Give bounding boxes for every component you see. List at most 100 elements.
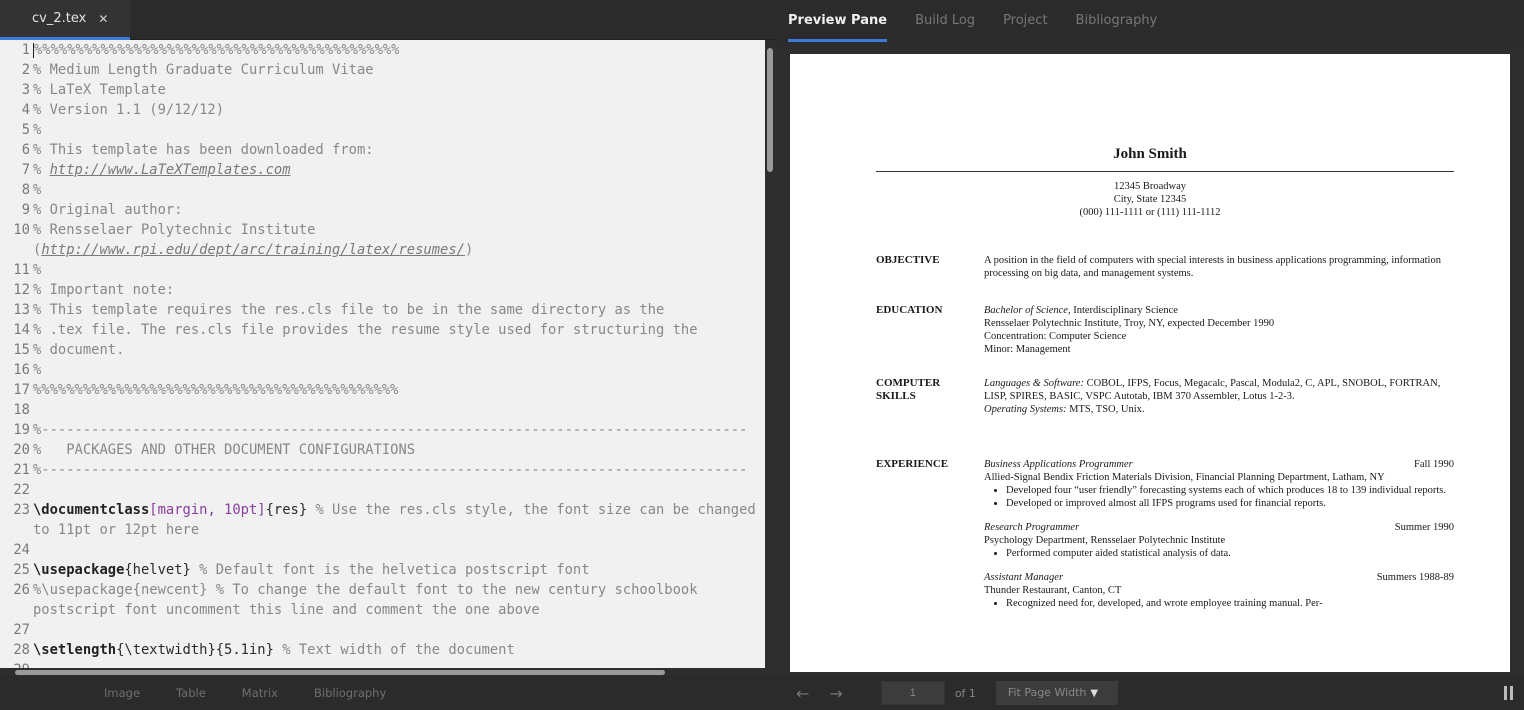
skills-heading-1: COMPUTER — [876, 377, 941, 389]
line-number: 5 — [21, 122, 30, 138]
page-number-input[interactable] — [880, 681, 945, 705]
code-line: 3% LaTeX Template — [0, 80, 765, 100]
tab-preview-pane[interactable]: Preview Pane — [788, 0, 888, 42]
line-number: 12 — [13, 282, 30, 298]
scrollbar-thumb[interactable] — [15, 670, 665, 675]
line-number: 16 — [13, 362, 30, 378]
page-count: of 1 — [954, 686, 976, 700]
close-icon[interactable]: ✕ — [98, 12, 108, 26]
line-number: 3 — [21, 82, 30, 98]
job-date: Fall 1990 — [1414, 459, 1454, 470]
code-line: 4% Version 1.1 (9/12/12) — [0, 100, 765, 120]
pause-icon[interactable] — [1504, 686, 1514, 700]
code-line: 16% — [0, 360, 765, 380]
line-text: % Important note: — [33, 282, 175, 298]
code-line: 1%%%%%%%%%%%%%%%%%%%%%%%%%%%%%%%%%%%%%%%… — [0, 40, 765, 60]
line-text — [33, 400, 761, 420]
latex-argument: {res} — [265, 502, 308, 518]
job-date: Summers 1988-89 — [1376, 572, 1454, 583]
tab-bibliography[interactable]: Bibliography — [1076, 0, 1158, 42]
preview-tab-bar: Preview Pane Build Log Project Bibliogra… — [776, 0, 1524, 42]
job-org: Psychology Department, Rensselaer Polyte… — [984, 535, 1226, 546]
code-line: 7% http://www.LaTeXTemplates.com — [0, 160, 765, 180]
line-number: 24 — [13, 542, 30, 558]
line-number: 26 — [13, 582, 30, 598]
experience-body: Business Applications Programmer Fall 199… — [984, 458, 1454, 610]
address-line: 12345 Broadway — [1113, 181, 1187, 192]
line-number: 2 — [21, 62, 30, 78]
line-text: % .tex file. The res.cls file provides t… — [33, 322, 698, 338]
line-text — [33, 540, 761, 560]
degree-rest: Interdisciplinary Science — [1070, 305, 1178, 316]
section-experience: EXPERIENCE Business Applications Program… — [876, 458, 1454, 610]
line-number: 19 — [13, 422, 30, 438]
line-text: % — [33, 262, 42, 278]
line-text: % Rensselaer Polytechnic Institute (http… — [33, 222, 474, 258]
code-line: 27 — [0, 620, 765, 640]
line-text: %---------------------------------------… — [33, 462, 748, 478]
line-text: % Version 1.1 (9/12/12) — [33, 102, 225, 118]
skills-heading-2: SKILLS — [876, 390, 916, 402]
tab-project[interactable]: Project — [1003, 0, 1047, 42]
line-number: 9 — [21, 202, 30, 218]
objective-text: A position in the field of computers wit… — [984, 255, 1441, 279]
code-line: 18 — [0, 400, 765, 420]
job-title: Business Applications Programmer — [984, 459, 1133, 470]
code-editor[interactable]: 1%%%%%%%%%%%%%%%%%%%%%%%%%%%%%%%%%%%%%%%… — [0, 40, 765, 668]
line-text — [33, 620, 761, 640]
zoom-select[interactable]: Fit Page Width ▼ — [995, 681, 1118, 705]
line-number: 15 — [13, 342, 30, 358]
line-number: 10 — [13, 222, 30, 238]
address-line: (000) 111-1111 or (111) 111-1112 — [1079, 207, 1221, 218]
job-bullet: Recognized need for, developed, and wrot… — [1006, 597, 1454, 610]
line-number: 1 — [21, 42, 30, 58]
arrow-left-icon[interactable]: ← — [796, 684, 809, 703]
pdf-preview[interactable]: John Smith 12345 Broadway City, State 12… — [790, 54, 1510, 672]
pdf-page: John Smith 12345 Broadway City, State 12… — [790, 54, 1510, 672]
line-text: % This template requires the res.cls fil… — [33, 302, 665, 318]
line-number: 29 — [0, 660, 33, 668]
editor-horizontal-scrollbar[interactable] — [0, 668, 776, 676]
insert-image-button[interactable]: Image — [104, 686, 140, 700]
scrollbar-thumb[interactable] — [767, 48, 773, 172]
line-text: % Original author: — [33, 202, 183, 218]
code-line: 23 \documentclass[margin, 10pt]{res} % Us… — [0, 500, 765, 540]
insert-matrix-button[interactable]: Matrix — [242, 686, 278, 700]
line-number: 6 — [21, 142, 30, 158]
degree: Bachelor of Science, — [984, 305, 1071, 316]
code-line: 24 — [0, 540, 765, 560]
editor-vertical-scrollbar[interactable] — [765, 40, 776, 668]
file-tab-label: cv_2.tex — [32, 11, 87, 26]
latex-command: \documentclass — [33, 502, 150, 518]
insert-table-button[interactable]: Table — [176, 686, 206, 700]
tab-build-log[interactable]: Build Log — [915, 0, 975, 42]
arrow-right-icon[interactable]: → — [829, 684, 842, 703]
caret-down-icon: ▼ — [1090, 688, 1099, 699]
line-number: 18 — [13, 402, 30, 418]
code-line: 15% document. — [0, 340, 765, 360]
insert-bibliography-button[interactable]: Bibliography — [314, 686, 386, 700]
os-label: Operating Systems: — [984, 404, 1067, 415]
file-tab-cv-2-tex[interactable]: cv_2.tex ✕ — [0, 0, 130, 40]
code-line: 29 — [0, 660, 765, 668]
section-heading: EDUCATION — [876, 304, 943, 316]
section-education: EDUCATION Bachelor of Science, Interdisc… — [876, 304, 1454, 356]
skills-body: Languages & Software: COBOL, IFPS, Focus… — [984, 377, 1454, 416]
code-line: 6% This template has been downloaded fro… — [0, 140, 765, 160]
job-title: Research Programmer — [984, 522, 1080, 533]
section-skills: COMPUTER SKILLS Languages & Software: CO… — [876, 377, 1454, 416]
line-text: % — [33, 362, 42, 378]
line-text: \setlength{\textwidth}{5.1in} % Text wid… — [33, 642, 515, 658]
job-bullet: Performed computer aided statistical ana… — [1006, 547, 1454, 560]
job-title: Assistant Manager — [984, 572, 1064, 583]
code-line: 14% .tex file. The res.cls file provides… — [0, 320, 765, 340]
latex-command: \setlength — [33, 642, 117, 658]
latex-command: \usepackage — [33, 562, 125, 578]
line-text: \usepackage{helvet} % Default font is th… — [33, 562, 590, 578]
preview-pane: Preview Pane Build Log Project Bibliogra… — [776, 0, 1524, 710]
code-line: 5% — [0, 120, 765, 140]
address-line: City, State 12345 — [1113, 194, 1187, 205]
code-line: 11% — [0, 260, 765, 280]
url-link: http://www.rpi.edu/dept/arc/training/lat… — [41, 242, 465, 258]
code-line: 17%%%%%%%%%%%%%%%%%%%%%%%%%%%%%%%%%%%%%%… — [0, 380, 765, 400]
